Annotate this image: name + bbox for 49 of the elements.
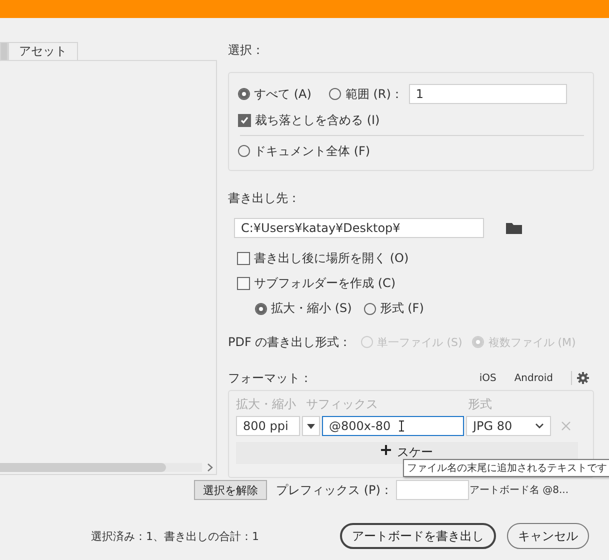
dialog-button[interactable]: キャンセル (507, 523, 589, 549)
column-header: 拡大・縮小 (236, 396, 297, 412)
radio-button[interactable] (238, 88, 250, 100)
radio-option[interactable]: 拡大・縮小 (S) (255, 300, 352, 317)
radio-button[interactable] (238, 145, 250, 157)
checkbox-option[interactable]: サブフォルダーを作成 (C) (237, 275, 396, 292)
prefix-field[interactable] (396, 480, 470, 500)
dropdown-button[interactable] (302, 416, 320, 436)
tooltip: ファイル名の末尾に追加されるテキストです (403, 459, 609, 477)
checkbox[interactable] (237, 252, 250, 265)
column-header: サフィックス (306, 396, 379, 412)
scale-field[interactable]: 800 ppi (236, 416, 300, 436)
chevron-right-icon[interactable] (207, 463, 213, 472)
section-label: フォーマット： (228, 370, 312, 386)
radio-button[interactable] (329, 88, 342, 100)
section-label: 書き出し先： (228, 190, 301, 206)
radio-option[interactable]: ドキュメント全体 (F) (238, 142, 370, 160)
filename-preview: アートボード名 @8... (469, 484, 568, 497)
range-field[interactable]: 1 (408, 84, 567, 104)
preset-link[interactable]: iOS (479, 372, 496, 384)
format-dropdown[interactable]: JPG 80 (466, 416, 551, 436)
pdf-label: PDF の書き出し形式： (228, 334, 352, 350)
folder-icon[interactable] (506, 222, 522, 234)
section-label: 選択： (228, 42, 265, 58)
chevron-down-icon (535, 423, 544, 429)
caret-icon (307, 424, 315, 428)
checkbox-option[interactable]: 裁ち落としを含める (I) (238, 112, 380, 128)
tab[interactable]: アセット (8, 42, 78, 60)
preset-link[interactable]: Android (514, 372, 553, 384)
checkbox[interactable] (238, 114, 251, 126)
settings-icon[interactable] (577, 372, 589, 384)
radio-button[interactable] (255, 302, 267, 314)
status-text: 選択済み：1、書き出しの合計：1 (91, 528, 260, 544)
deselect-button[interactable]: 選択を解除 (194, 480, 267, 500)
radio-option[interactable]: 範囲 (R)： (329, 86, 403, 102)
plus-icon (381, 445, 391, 455)
prefix-label: プレフィックス (P)： (276, 482, 392, 498)
column-header: 形式 (468, 396, 492, 412)
dialog-button[interactable]: アートボードを書き出し (340, 523, 496, 549)
path-field[interactable]: C:¥Users¥katay¥Desktop¥ (234, 218, 484, 238)
radio-option[interactable]: 形式 (F) (364, 300, 424, 317)
radio-button[interactable] (364, 302, 376, 314)
checkbox-option[interactable]: 書き出し後に場所を開く (O) (237, 250, 409, 267)
text-cursor-icon (398, 420, 405, 432)
checkbox[interactable] (237, 277, 250, 290)
checkmark-icon (240, 116, 249, 124)
suffix-field[interactable]: @800x-80 (322, 416, 464, 436)
radio-option[interactable]: すべて (A) (238, 86, 312, 102)
scrollbar[interactable] (0, 463, 202, 472)
